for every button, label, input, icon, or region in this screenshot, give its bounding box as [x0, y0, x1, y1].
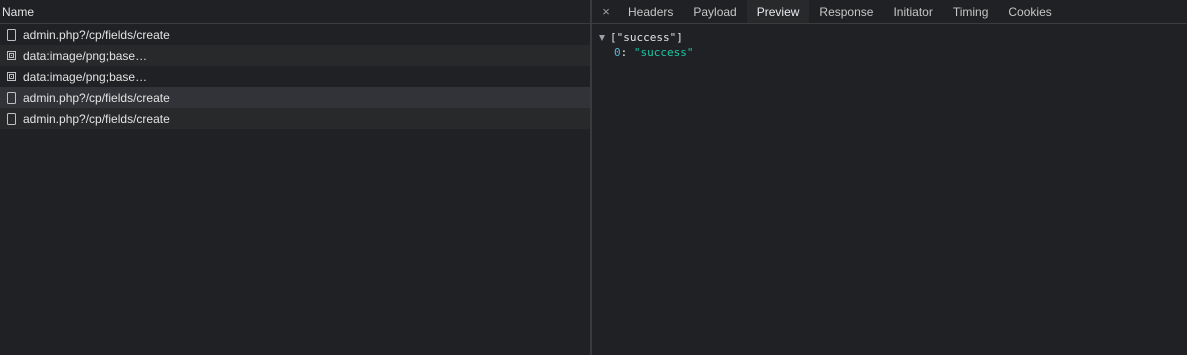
tab-payload[interactable]: Payload [683, 0, 746, 23]
tab-initiator[interactable]: Initiator [883, 0, 942, 23]
request-name: admin.php?/cp/fields/create [23, 111, 170, 126]
close-icon[interactable]: × [594, 0, 618, 23]
json-colon: : [620, 46, 634, 59]
details-tabbar: × Headers Payload Preview Response Initi… [592, 0, 1187, 24]
name-column-header-label: Name [2, 4, 35, 19]
request-details-pane: × Headers Payload Preview Response Initi… [592, 0, 1187, 355]
request-name: admin.php?/cp/fields/create [23, 27, 170, 42]
document-icon [6, 112, 16, 125]
tab-cookies[interactable]: Cookies [998, 0, 1061, 23]
image-icon [6, 50, 16, 62]
name-column-header[interactable]: Name [0, 0, 590, 24]
request-row[interactable]: data:image/png;base… [0, 66, 590, 87]
image-icon [6, 71, 16, 83]
json-child-node[interactable]: 0: "success" [599, 45, 1187, 60]
tab-timing[interactable]: Timing [943, 0, 999, 23]
request-name: data:image/png;base… [23, 48, 148, 63]
request-row-selected[interactable]: admin.php?/cp/fields/create [0, 87, 590, 108]
request-name: data:image/png;base… [23, 69, 148, 84]
request-name: admin.php?/cp/fields/create [23, 90, 170, 105]
devtools-network-panel: Name admin.php?/cp/fields/create data:im… [0, 0, 1187, 355]
json-root-node[interactable]: ["success"] [599, 30, 1187, 45]
request-row[interactable]: admin.php?/cp/fields/create [0, 108, 590, 129]
tab-preview[interactable]: Preview [746, 0, 810, 23]
json-preview: ["success"] 0: "success" [592, 24, 1187, 60]
request-list: Name admin.php?/cp/fields/create data:im… [0, 0, 590, 355]
expand-triangle-icon[interactable] [599, 35, 605, 41]
json-key: 0 [614, 46, 621, 59]
request-row[interactable]: admin.php?/cp/fields/create [0, 24, 590, 45]
document-icon [6, 91, 16, 104]
tab-response[interactable]: Response [809, 0, 883, 23]
json-string-value: "success" [633, 46, 694, 59]
document-icon [6, 28, 16, 41]
request-row[interactable]: data:image/png;base… [0, 45, 590, 66]
tab-headers[interactable]: Headers [618, 0, 683, 23]
json-summary: ["success"] [610, 31, 683, 44]
